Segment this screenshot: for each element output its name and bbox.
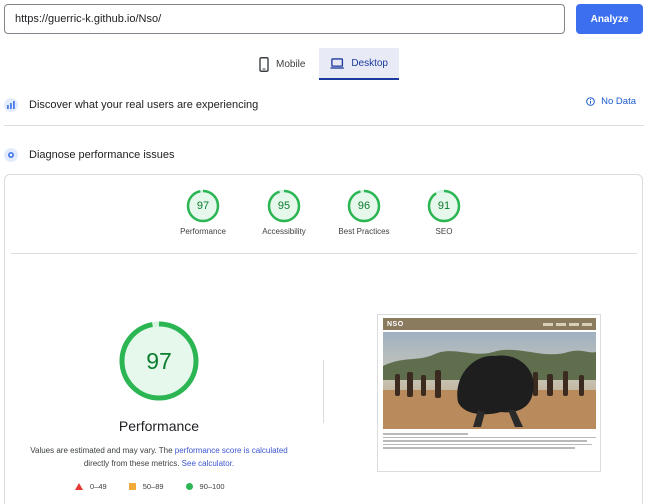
note-prefix: Values are estimated and may vary. The <box>30 446 175 455</box>
gauge-value: 91 <box>437 200 451 212</box>
users-experience-icon <box>4 98 18 112</box>
screenshot-text-block <box>383 431 596 469</box>
performance-score-link[interactable]: performance score is calculated <box>175 446 288 455</box>
performance-score-large: 97 <box>146 348 172 374</box>
gauge-label: Performance <box>180 227 226 236</box>
report-divider <box>11 253 637 254</box>
average-square-icon <box>128 483 136 490</box>
fail-triangle-icon <box>75 483 83 490</box>
laptop-icon <box>330 57 344 69</box>
score-gauges: 97 Performance 95 Accessibility 96 Best … <box>5 189 642 249</box>
tab-mobile[interactable]: Mobile <box>250 48 319 80</box>
gauge-accessibility[interactable]: 95 Accessibility <box>249 189 319 236</box>
pass-circle-icon <box>185 483 193 490</box>
final-screenshot: NSO <box>377 314 601 472</box>
screenshot-site-header: NSO <box>383 318 596 330</box>
score-legend: 0–49 50–89 90–100 <box>75 482 225 491</box>
diagnose-icon <box>4 148 18 162</box>
gauge-seo[interactable]: 91 SEO <box>409 189 479 236</box>
gauge-label: Accessibility <box>262 227 306 236</box>
no-data-label: No Data <box>601 96 636 107</box>
vertical-separator <box>323 360 324 423</box>
tab-mobile-label: Mobile <box>276 58 306 70</box>
legend-pass: 90–100 <box>185 482 225 491</box>
gauge-best-practices[interactable]: 96 Best Practices <box>329 189 399 236</box>
note-middle: directly from these metrics. <box>83 459 182 468</box>
gauge-value: 95 <box>277 200 291 212</box>
legend-average-label: 50–89 <box>142 482 164 491</box>
gauge-label: Best Practices <box>338 227 390 236</box>
performance-title: Performance <box>118 418 200 434</box>
gauge-performance[interactable]: 97 Performance <box>168 189 238 236</box>
discover-title: Discover what your real users are experi… <box>29 99 259 111</box>
device-tabs: Mobile Desktop <box>250 48 399 80</box>
screenshot-nav <box>543 322 592 326</box>
see-calculator-link[interactable]: See calculator. <box>182 459 234 468</box>
no-data-indicator[interactable]: No Data <box>586 96 636 107</box>
diagnose-title: Diagnose performance issues <box>29 149 175 161</box>
analyze-button[interactable]: Analyze <box>576 4 643 34</box>
info-icon <box>586 97 595 106</box>
legend-pass-label: 90–100 <box>199 482 225 491</box>
url-input[interactable] <box>4 4 565 34</box>
screenshot-logo: NSO <box>387 320 404 328</box>
gauge-value: 97 <box>196 200 210 212</box>
gauge-label: SEO <box>435 227 453 236</box>
discover-section-header: Discover what your real users are experi… <box>4 96 644 114</box>
report-card: 97 Performance 95 Accessibility 96 Best … <box>4 174 643 504</box>
legend-fail: 0–49 <box>75 482 107 491</box>
section-divider <box>4 125 644 126</box>
legend-average: 50–89 <box>128 482 164 491</box>
tab-desktop-label: Desktop <box>351 57 388 69</box>
screenshot-photo <box>383 332 596 429</box>
smartphone-icon <box>259 56 269 72</box>
legend-fail-label: 0–49 <box>90 482 107 491</box>
score-note: Values are estimated and may vary. The p… <box>21 444 297 470</box>
diagnose-section-header: Diagnose performance issues <box>4 146 644 164</box>
gauge-value: 96 <box>357 200 371 212</box>
tab-desktop[interactable]: Desktop <box>319 48 399 80</box>
